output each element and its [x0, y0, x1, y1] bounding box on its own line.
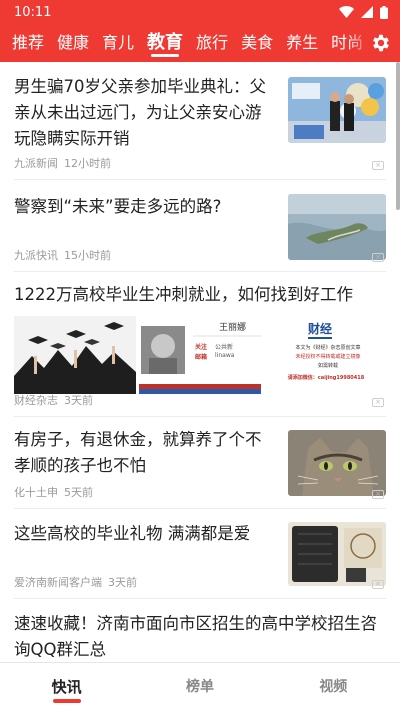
news-item[interactable]: 1222万高校毕业生冲刺就业，如何找到好工作 王丽娜 关注 邮箱 公共新 lin… — [14, 272, 386, 417]
wifi-icon — [339, 6, 354, 18]
profile-value-follow: 公共新 — [215, 344, 234, 351]
news-meta: 九派新闻 12小时前 — [14, 155, 111, 171]
news-title: 警察到“未来”要走多远的路? — [14, 197, 222, 216]
profile-label-email: 邮箱 — [195, 354, 208, 361]
profile-name: 王丽娜 — [219, 323, 247, 333]
close-icon[interactable]: × — [372, 580, 384, 589]
news-item[interactable]: 有房子，有退休金，就算养了个不孝顺的孩子也不怕 化十土申 5天前 × — [14, 417, 386, 509]
news-title: 1222万高校毕业生冲刺就业，如何找到好工作 — [14, 285, 353, 304]
ad-line-2: 未经授权不得转载或建立镜像 — [295, 354, 361, 360]
news-thumbnail — [288, 77, 386, 143]
scrollbar[interactable] — [396, 62, 400, 210]
profile-value-email: linawa — [215, 352, 235, 359]
gallery-image-graduates — [14, 316, 136, 394]
tab-yangsheng[interactable]: 养生 — [286, 24, 318, 62]
news-source: 九派新闻 — [14, 157, 58, 170]
nav-shipin[interactable]: 视频 — [267, 663, 400, 712]
gallery-image-profile: 王丽娜 关注 邮箱 公共新 linawa — [139, 316, 261, 394]
profile-label-follow: 关注 — [195, 344, 208, 351]
ad-line-3: 如需转载 — [317, 363, 338, 369]
news-item[interactable]: 速速收藏！济南市面向市区招生的高中学校招生咨询QQ群汇总 — [14, 599, 386, 662]
news-source: 财经杂志 — [14, 394, 58, 407]
news-meta: 九派快讯 15小时前 — [14, 247, 111, 263]
news-time: 3天前 — [64, 394, 93, 407]
news-gallery: 王丽娜 关注 邮箱 公共新 linawa 财经 本文为《财经》杂志原创文章 未经… — [14, 316, 386, 394]
status-icons — [339, 5, 388, 19]
bottom-nav: 快讯 榜单 视频 — [0, 662, 400, 712]
news-source: 化十土申 — [14, 486, 58, 499]
gear-icon[interactable] — [370, 32, 392, 54]
news-source: 九派快讯 — [14, 249, 58, 262]
gallery-image-ad: 财经 本文为《财经》杂志原创文章 未经授权不得转载或建立镜像 如需转载 请添加微… — [264, 316, 386, 394]
news-thumbnail — [288, 194, 386, 260]
status-time: 10:11 — [14, 4, 52, 20]
news-title: 速速收藏！济南市面向市区招生的高中学校招生咨询QQ群汇总 — [14, 614, 377, 659]
tab-jiankang[interactable]: 健康 — [57, 24, 89, 62]
tab-yuer[interactable]: 育儿 — [102, 24, 134, 62]
signal-icon — [361, 6, 373, 18]
close-icon[interactable]: × — [372, 398, 384, 407]
tab-meishi[interactable]: 美食 — [241, 24, 273, 62]
close-icon[interactable]: × — [372, 253, 384, 262]
news-source: 爱济南新闻客户端 — [14, 576, 102, 589]
news-title: 男生骗70岁父亲参加毕业典礼：父亲从未出过远门，为让父亲安心游玩隐瞒实际开销 — [14, 77, 266, 148]
close-icon[interactable]: × — [372, 490, 384, 499]
news-feed[interactable]: 男生骗70岁父亲参加毕业典礼：父亲从未出过远门，为让父亲安心游玩隐瞒实际开销 九… — [0, 62, 400, 662]
news-meta: 爱济南新闻客户端 3天前 — [14, 574, 137, 590]
news-thumbnail — [288, 522, 386, 586]
news-title: 有房子，有退休金，就算养了个不孝顺的孩子也不怕 — [14, 430, 262, 475]
ad-line-1: 本文为《财经》杂志原创文章 — [295, 345, 361, 351]
close-icon[interactable]: × — [372, 161, 384, 170]
nav-kuaixun[interactable]: 快讯 — [0, 663, 133, 712]
brand-logo: 财经 — [308, 320, 333, 339]
battery-icon — [380, 5, 388, 19]
news-time: 12小时前 — [64, 157, 111, 170]
nav-bangdan[interactable]: 榜单 — [133, 663, 266, 712]
ad-line-4: 请添加微信：caijing19980418 — [287, 375, 365, 381]
status-bar: 10:11 — [0, 0, 400, 24]
news-time: 15小时前 — [64, 249, 111, 262]
top-bar: 10:11 推荐 健康 育儿 教育 旅行 美食 养生 时尚 — [0, 0, 400, 62]
news-time: 5天前 — [64, 486, 93, 499]
tab-jiaoyu[interactable]: 教育 — [147, 24, 183, 62]
news-thumbnail — [288, 430, 386, 496]
news-time: 3天前 — [108, 576, 137, 589]
news-item[interactable]: 男生骗70岁父亲参加毕业典礼：父亲从未出过远门，为让父亲安心游玩隐瞒实际开销 九… — [14, 62, 386, 180]
tab-lvxing[interactable]: 旅行 — [196, 24, 228, 62]
news-title: 这些高校的毕业礼物 满满都是爱 — [14, 524, 251, 543]
news-meta: 财经杂志 3天前 — [14, 392, 93, 408]
news-item[interactable]: 警察到“未来”要走多远的路? 九派快讯 15小时前 × — [14, 180, 386, 272]
tab-tuijian[interactable]: 推荐 — [12, 24, 44, 62]
news-item[interactable]: 这些高校的毕业礼物 满满都是爱 爱济南新闻客户端 3天前 × — [14, 509, 386, 599]
news-meta: 化十土申 5天前 — [14, 484, 93, 500]
category-tabs: 推荐 健康 育儿 教育 旅行 美食 养生 时尚 — [0, 24, 400, 62]
